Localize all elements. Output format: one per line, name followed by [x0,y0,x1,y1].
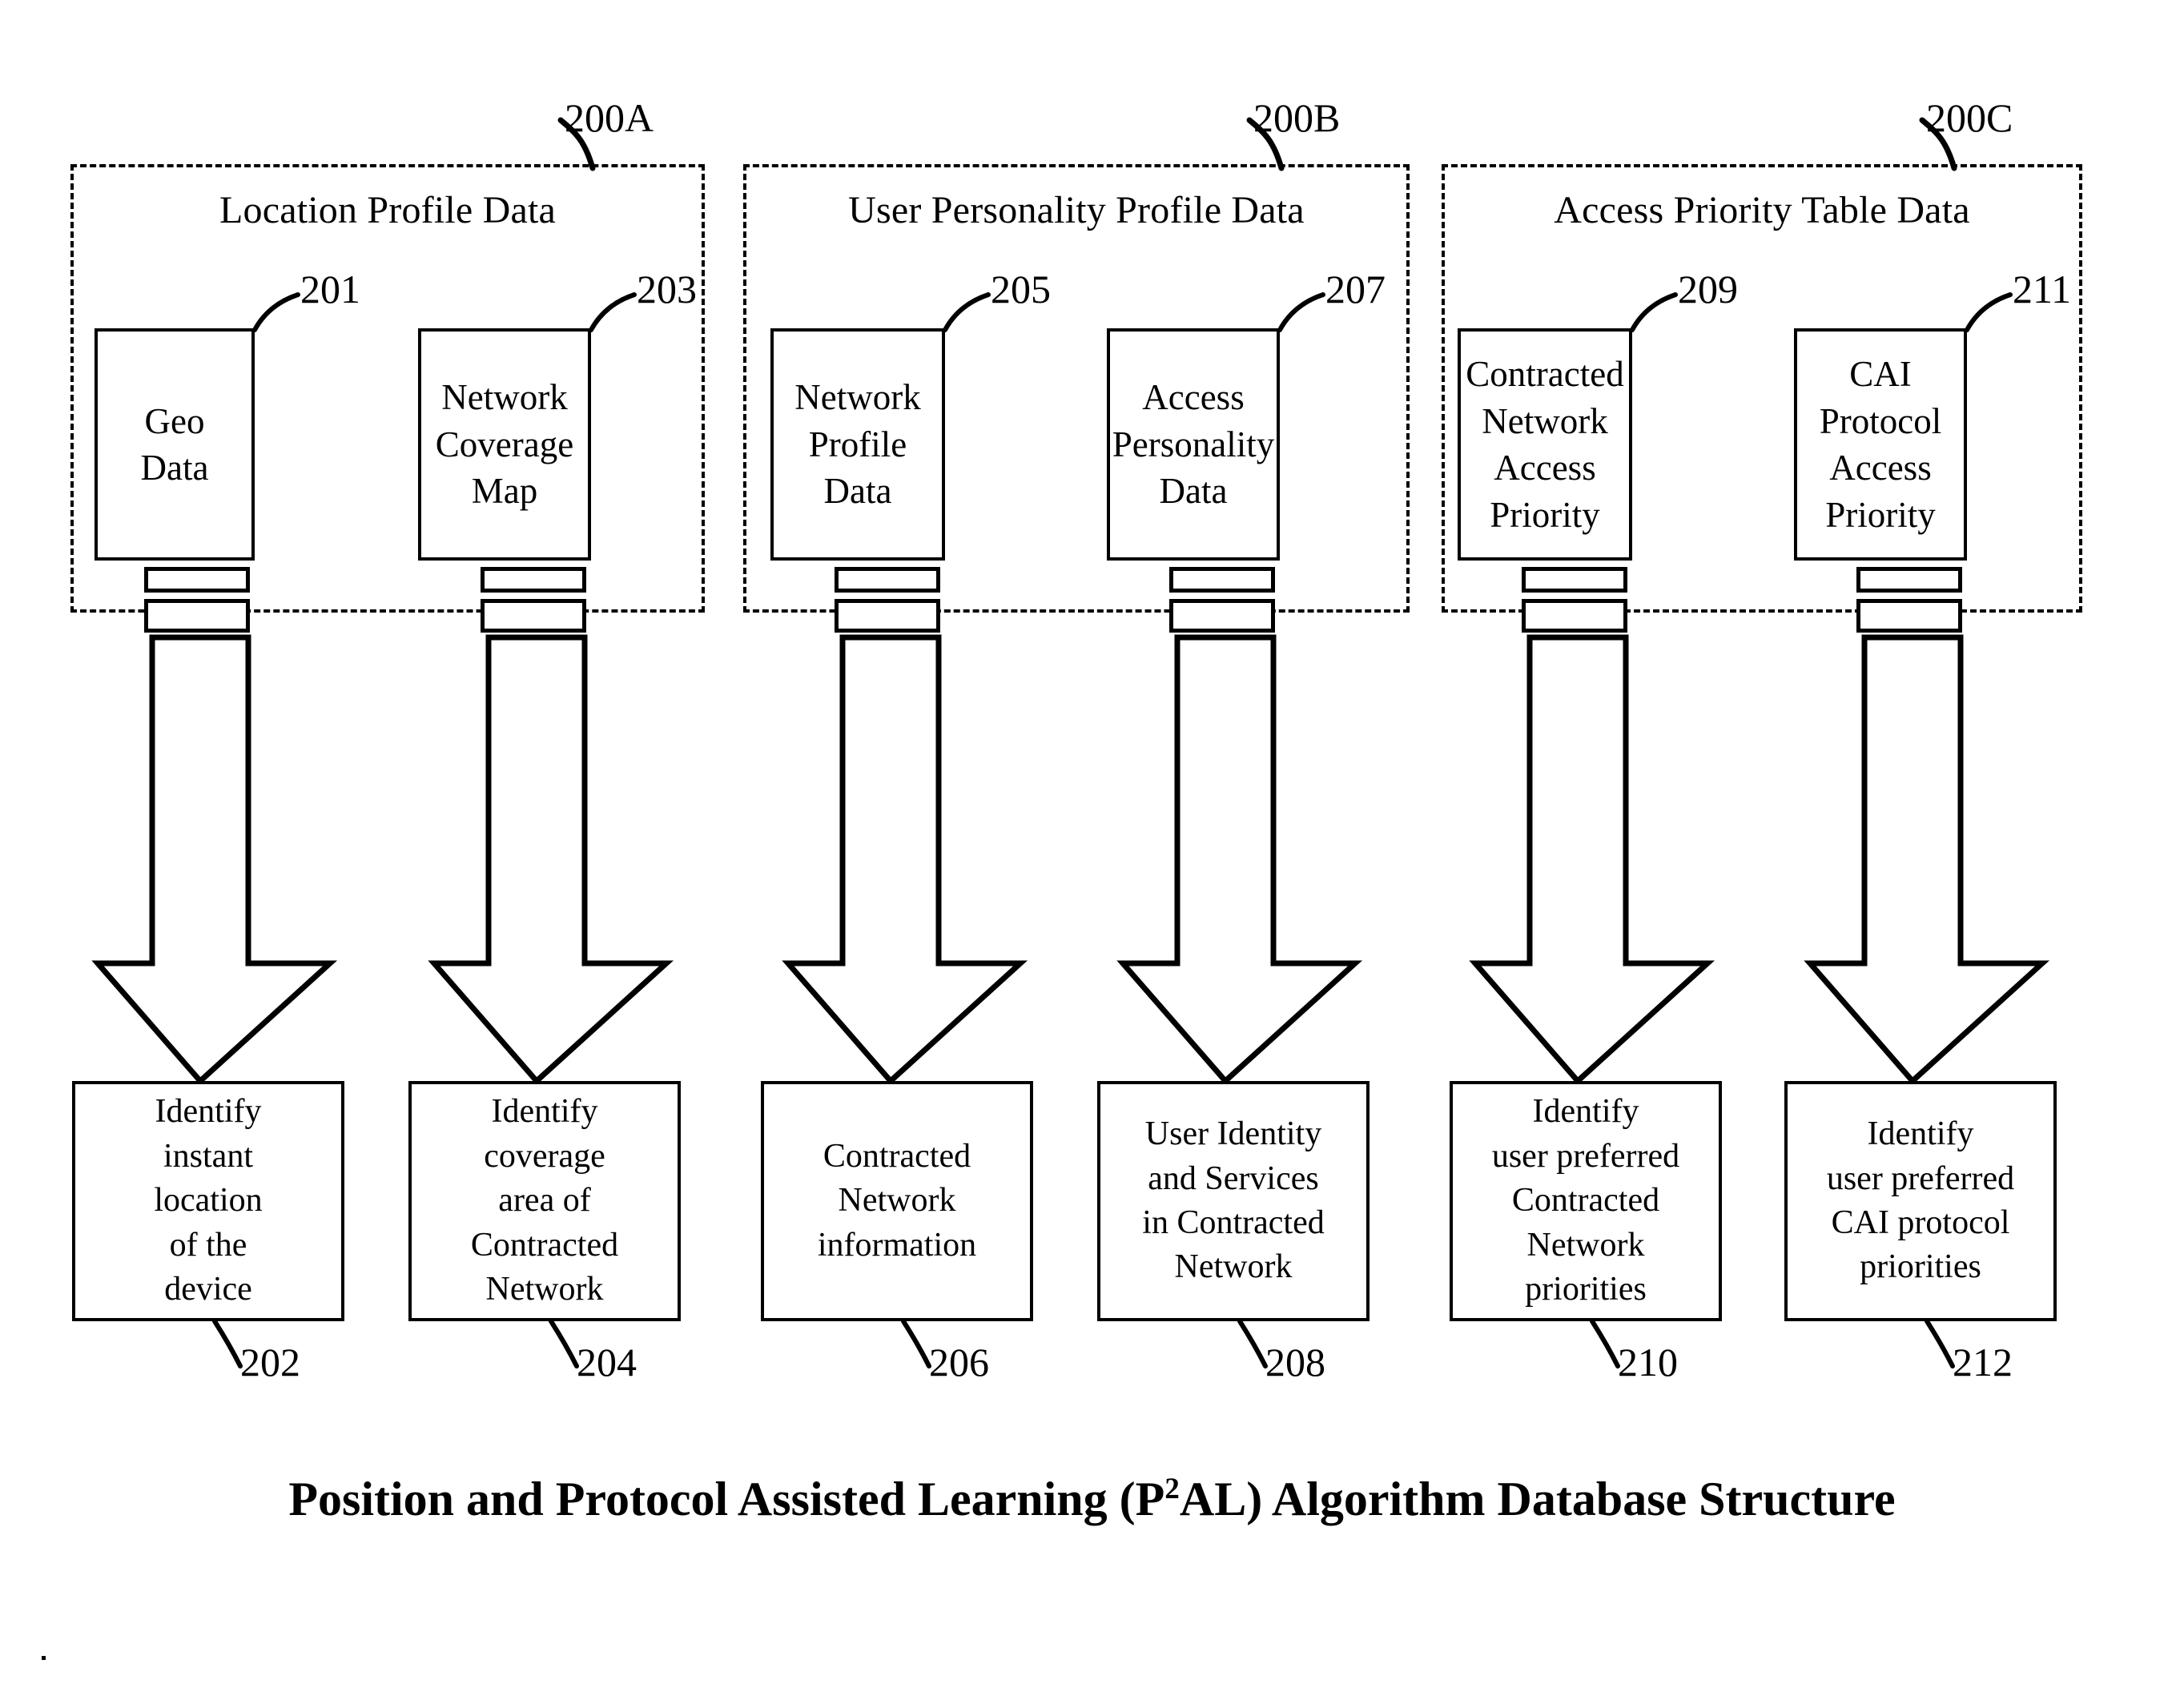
data-box-207: Access Personality Data [1107,328,1280,561]
ref-numeral-211: 211 [2013,267,2072,311]
ref-numeral-200C: 200C [1926,95,2013,140]
block-arrow-211-to-212 [1804,634,2050,1085]
ref-numeral-209: 209 [1678,267,1738,311]
ref-numeral-212: 212 [1953,1340,2013,1384]
ref-numeral-200A: 200A [565,95,654,140]
ref-numeral-204: 204 [577,1340,637,1384]
result-box-206: Contracted Network information [761,1081,1033,1321]
ref-numeral-200B: 200B [1253,95,1341,140]
connector-bar-lower-209 [1522,599,1627,633]
leader-204 [549,1319,579,1368]
connector-bar-lower-205 [835,599,940,633]
result-box-210: Identify user preferred Contracted Network p… [1450,1081,1722,1321]
leader-212 [1925,1319,1955,1368]
leader-206 [901,1319,931,1368]
caption-prefix: Position and Protocol Assisted Learning … [288,1473,1165,1525]
connector-bar-upper-201 [144,567,250,593]
ref-numeral-206: 206 [929,1340,989,1384]
group-title-200C: Access Priority Table Data [1554,189,1970,231]
block-arrow-209-to-210 [1469,634,1715,1085]
leader-202 [212,1319,243,1368]
patent-figure: Location Profile Data User Personality P… [0,0,2184,1708]
ref-numeral-205: 205 [991,267,1051,311]
connector-bar-upper-209 [1522,567,1627,593]
group-title-200A: Location Profile Data [219,189,557,231]
block-arrow-205-to-206 [782,634,1028,1085]
ref-numeral-207: 207 [1325,267,1386,311]
block-arrow-207-to-208 [1116,634,1363,1085]
ref-numeral-203: 203 [637,267,697,311]
data-box-209: Contracted Network Access Priority [1458,328,1632,561]
leader-210 [1590,1319,1620,1368]
connector-bar-lower-211 [1856,599,1962,633]
result-box-202: Identify instant location of the device [72,1081,344,1321]
scan-artifact-speck [42,1656,46,1660]
connector-bar-lower-203 [481,599,586,633]
data-box-203: Network Coverage Map [418,328,591,561]
caption-superscript: 2 [1164,1473,1180,1505]
ref-numeral-210: 210 [1618,1340,1678,1384]
leader-208 [1237,1319,1268,1368]
result-box-204: Identify coverage area of Contracted Network [408,1081,681,1321]
block-arrow-201-to-202 [91,634,338,1085]
connector-bar-lower-207 [1169,599,1275,633]
result-box-212: Identify user preferred CAI protocol priori… [1784,1081,2057,1321]
data-box-201: Geo Data [95,328,255,561]
connector-bar-upper-207 [1169,567,1275,593]
connector-bar-lower-201 [144,599,250,633]
connector-bar-upper-211 [1856,567,1962,593]
block-arrow-203-to-204 [428,634,674,1085]
ref-numeral-201: 201 [300,267,360,311]
connector-bar-upper-205 [835,567,940,593]
connector-bar-upper-203 [481,567,586,593]
data-box-205: Network Profile Data [770,328,945,561]
figure-caption: Position and Protocol Assisted Learning … [0,1472,2184,1527]
data-box-211: CAI Protocol Access Priority [1794,328,1967,561]
ref-numeral-208: 208 [1265,1340,1325,1384]
ref-numeral-202: 202 [240,1340,300,1384]
caption-suffix: AL) Algorithm Database Structure [1179,1473,1896,1525]
group-title-200B: User Personality Profile Data [848,189,1305,231]
result-box-208: User Identity and Services in Contracted Ne… [1097,1081,1370,1321]
